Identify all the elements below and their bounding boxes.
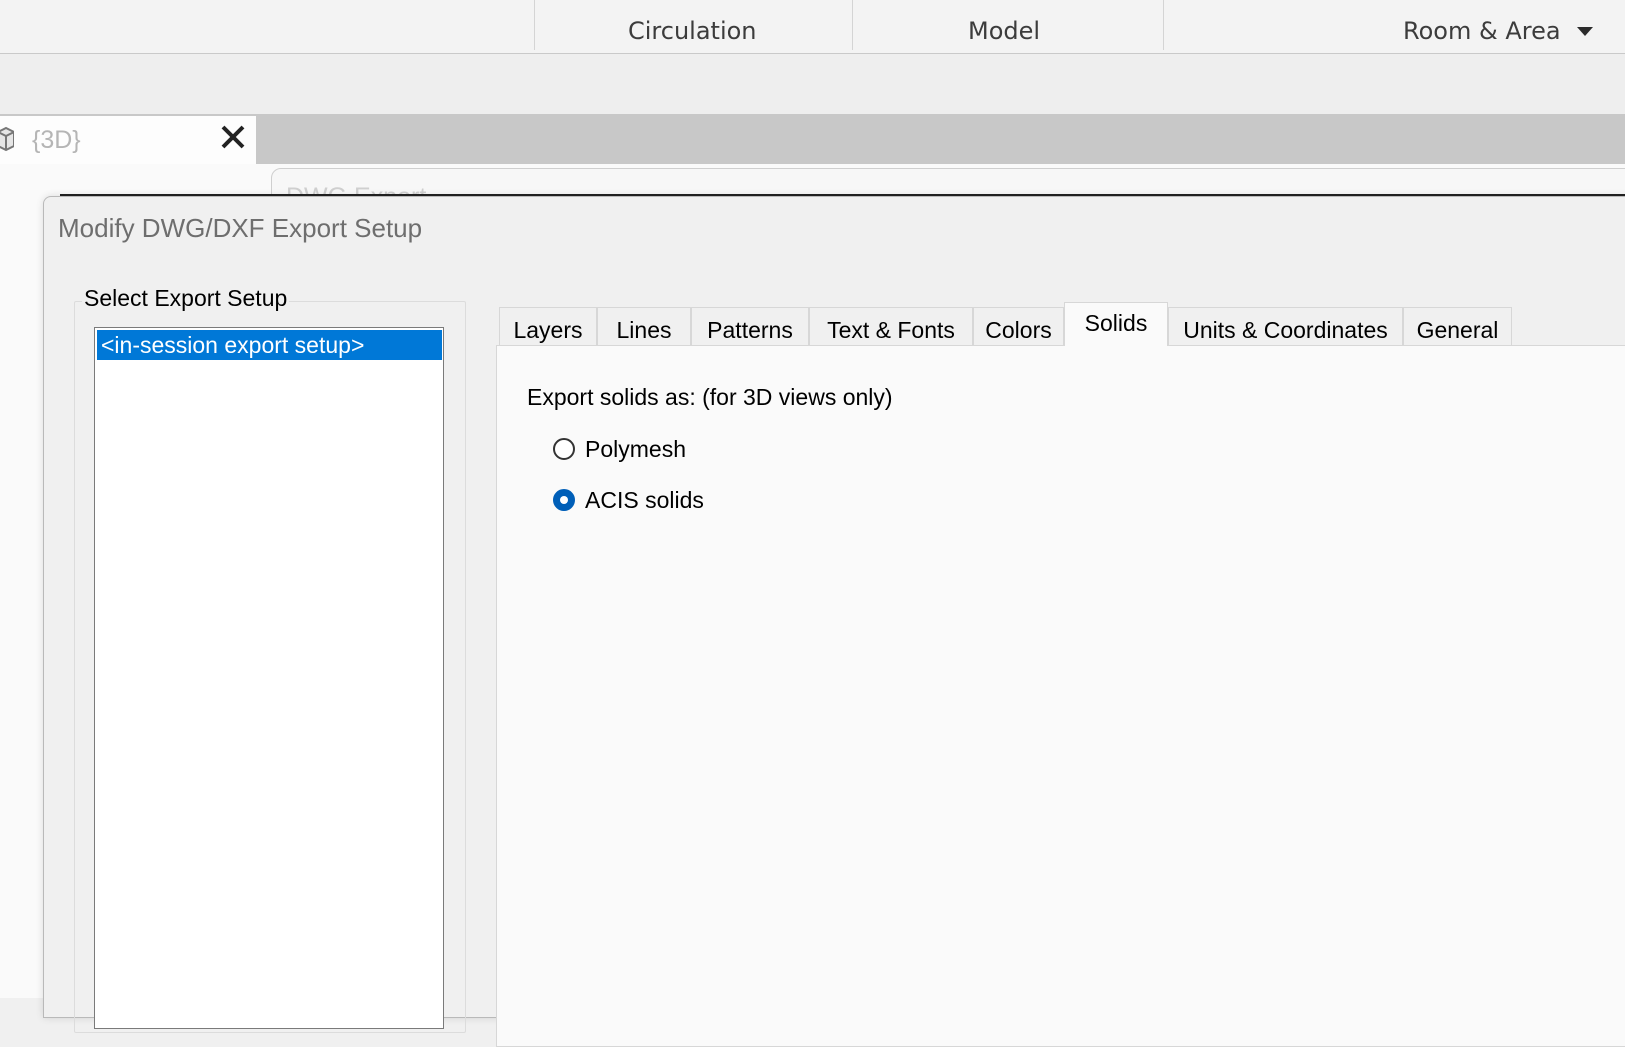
modify-export-setup-dialog: Modify DWG/DXF Export Setup Select Expor… [43, 196, 1625, 1047]
tab-colors[interactable]: Colors [973, 307, 1064, 345]
polymesh-radio-label[interactable]: Polymesh [585, 436, 686, 463]
tab-layers[interactable]: Layers [499, 307, 597, 345]
export-setup-list[interactable]: <in-session export setup> [94, 327, 444, 1029]
export-solids-label: Export solids as: (for 3D views only) [527, 384, 893, 410]
tab-patterns[interactable]: Patterns [691, 307, 809, 345]
ribbon-panel-model[interactable]: Model [852, 0, 1163, 53]
tab-solids[interactable]: Solids [1064, 302, 1168, 346]
ribbon-panel-label: Model [968, 17, 1041, 45]
ribbon: Circulation Model Room & Area [0, 0, 1625, 54]
export-setup-group-label: Select Export Setup [82, 285, 290, 312]
close-icon[interactable] [220, 124, 246, 154]
tab-text-fonts[interactable]: Text & Fonts [809, 307, 973, 345]
dialog-title: Modify DWG/DXF Export Setup [58, 213, 423, 243]
tab-units-coordinates[interactable]: Units & Coordinates [1168, 307, 1403, 345]
acis-solids-radio[interactable] [553, 489, 575, 511]
ribbon-panel-label: Circulation [628, 17, 757, 45]
polymesh-radio[interactable] [553, 438, 575, 460]
view-tab-3d[interactable]: {3D} [0, 116, 256, 164]
ribbon-panel-label: Room & Area [1403, 17, 1561, 45]
chevron-down-icon[interactable] [1577, 27, 1593, 36]
solids-tab-panel: Export solids as: (for 3D views only) Po… [496, 345, 1625, 1047]
ribbon-panel-room-area[interactable]: Room & Area [1163, 0, 1625, 53]
ribbon-options-bar [0, 54, 1625, 114]
tab-lines[interactable]: Lines [597, 307, 691, 345]
cube-icon [0, 126, 15, 156]
tab-general[interactable]: General [1403, 307, 1512, 345]
ribbon-panel-circulation[interactable]: Circulation [534, 0, 852, 53]
list-item[interactable]: <in-session export setup> [97, 330, 442, 360]
view-tab-title: {3D} [32, 126, 81, 154]
acis-solids-radio-label[interactable]: ACIS solids [585, 487, 704, 514]
